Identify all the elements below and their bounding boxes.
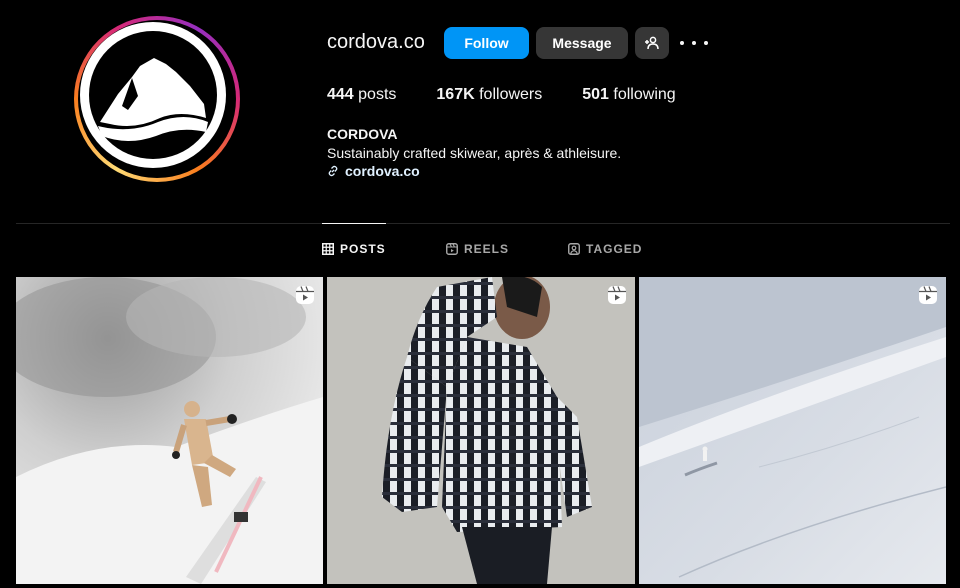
followers-count: 167K xyxy=(436,86,475,103)
following-count: 501 xyxy=(582,86,609,103)
tab-reels[interactable]: REELS xyxy=(446,242,509,256)
posts-stat: 444 posts xyxy=(327,86,396,104)
tab-posts-label: POSTS xyxy=(340,242,386,256)
cordova-logo-icon xyxy=(89,31,217,159)
add-user-icon xyxy=(645,36,659,50)
post-tile-puffer-jacket[interactable] xyxy=(327,277,635,584)
profile-avatar xyxy=(80,22,226,168)
more-options-button[interactable] xyxy=(680,35,708,51)
profile-avatar-ring[interactable] xyxy=(74,16,240,182)
dot-icon xyxy=(704,41,708,45)
tab-reels-label: REELS xyxy=(464,242,510,256)
post-tile-snowboarder[interactable] xyxy=(16,277,323,584)
following-stat[interactable]: 501 following xyxy=(582,86,675,104)
bio-text: Sustainably crafted skiwear, après & ath… xyxy=(327,145,622,161)
tab-posts[interactable]: POSTS xyxy=(322,242,386,256)
suggest-user-button[interactable] xyxy=(635,27,669,59)
post-thumbnail xyxy=(16,277,323,584)
grid-icon xyxy=(322,243,334,255)
post-thumbnail xyxy=(327,277,635,584)
following-label: following xyxy=(613,86,676,103)
bio-link-text: cordova.co xyxy=(345,163,420,179)
bio-name: CORDOVA xyxy=(327,126,398,142)
reel-badge-icon xyxy=(296,286,314,304)
reels-icon xyxy=(446,243,458,255)
post-thumbnail xyxy=(639,277,946,584)
link-icon xyxy=(328,165,338,177)
dot-icon xyxy=(692,41,696,45)
posts-count: 444 xyxy=(327,86,354,103)
reel-badge-icon xyxy=(608,286,626,304)
post-tile-skier-slope[interactable] xyxy=(639,277,946,584)
follow-button[interactable]: Follow xyxy=(444,27,529,59)
tab-tagged-label: TAGGED xyxy=(586,242,643,256)
followers-label: followers xyxy=(479,86,543,103)
posts-label: posts xyxy=(358,86,397,103)
profile-stats: 444 posts 167K followers 501 following xyxy=(327,86,716,104)
followers-stat[interactable]: 167K followers xyxy=(436,86,542,104)
tab-tagged[interactable]: TAGGED xyxy=(568,242,642,256)
tabs-divider xyxy=(16,223,950,224)
message-button[interactable]: Message xyxy=(536,27,628,59)
active-tab-indicator xyxy=(322,223,386,224)
profile-username: cordova.co xyxy=(327,31,425,53)
dot-icon xyxy=(680,41,684,45)
tagged-icon xyxy=(568,243,580,255)
bio-link[interactable]: cordova.co xyxy=(327,163,420,179)
reel-badge-icon xyxy=(919,286,937,304)
